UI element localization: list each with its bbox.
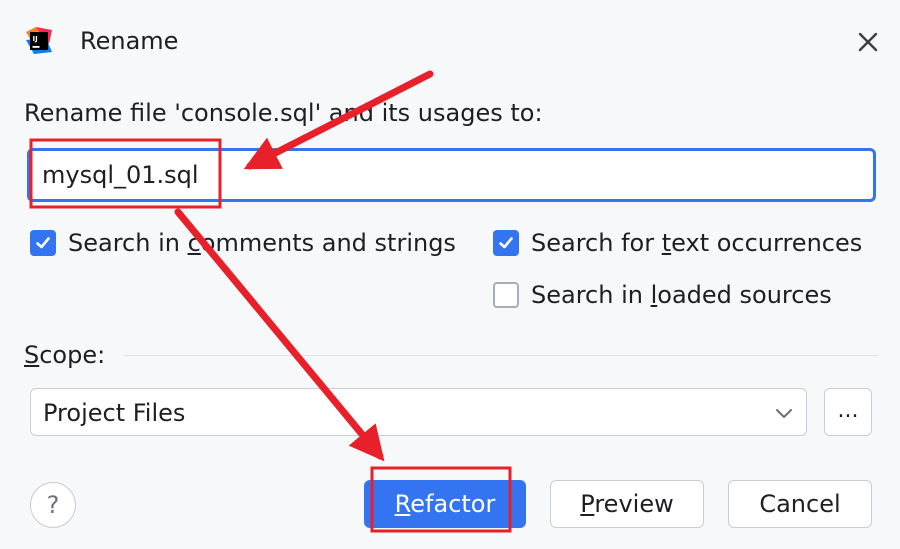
title-bar: IJ Rename [0,0,900,80]
scope-label: Scope: [24,341,106,369]
rename-dialog: IJ Rename Rename file 'console.sql' and … [0,0,900,549]
search-comments-label: Search in comments and strings [68,229,456,257]
intellij-idea-icon: IJ [26,27,52,54]
browse-scope-button[interactable]: ... [824,388,872,436]
annotation-overlay [29,70,512,533]
scope-separator [124,355,878,356]
scope-dropdown[interactable]: Project Files [30,388,807,436]
new-name-input[interactable] [27,148,876,202]
search-loaded-sources-checkbox[interactable]: Search in loaded sources [493,280,832,310]
help-button[interactable]: ? [30,482,76,528]
search-comments-checkbox[interactable]: Search in comments and strings [30,228,456,258]
scope-selected-value: Project Files [43,399,186,427]
checkbox-checked-icon[interactable] [493,230,519,256]
chevron-down-icon [776,409,792,418]
rename-prompt-label: Rename file 'console.sql' and its usages… [24,99,543,127]
close-icon[interactable] [852,26,884,58]
search-text-occurrences-label: Search for text occurrences [531,229,863,257]
search-text-occurrences-checkbox[interactable]: Search for text occurrences [493,228,862,258]
preview-button[interactable]: Preview [550,480,704,528]
search-loaded-sources-label: Search in loaded sources [531,281,832,309]
dialog-title: Rename [80,27,179,55]
cancel-button[interactable]: Cancel [728,480,872,528]
checkbox-checked-icon[interactable] [30,230,56,256]
checkbox-unchecked-icon[interactable] [493,282,519,308]
refactor-button[interactable]: Refactor [364,480,526,528]
svg-text:IJ: IJ [33,35,38,43]
